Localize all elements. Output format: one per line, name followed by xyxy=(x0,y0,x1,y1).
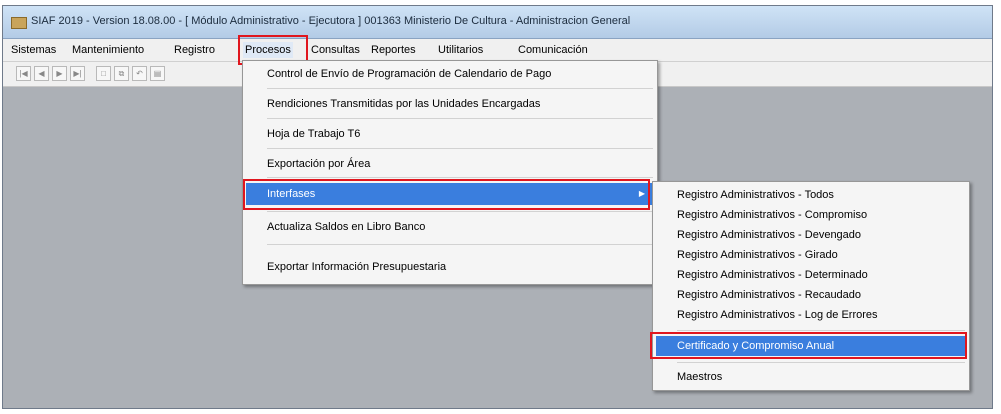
menu-mantenimiento[interactable]: Mantenimiento xyxy=(70,42,146,58)
procesos-dropdown: Control de Envío de Programación de Cale… xyxy=(242,60,658,285)
menu-item-rendiciones[interactable]: Rendiciones Transmitidas por las Unidade… xyxy=(243,93,657,115)
menu-procesos[interactable]: Procesos xyxy=(243,42,293,58)
menu-separator xyxy=(267,148,653,149)
submenu-arrow-icon: ▶ xyxy=(638,189,645,198)
menu-separator xyxy=(677,330,965,331)
menu-consultas[interactable]: Consultas xyxy=(309,42,362,58)
menu-item-interfases-label: Interfases xyxy=(267,188,316,200)
menu-item-exportacion-area[interactable]: Exportación por Área xyxy=(243,153,657,175)
menu-item-exportar-presupuestaria[interactable]: Exportar Información Presupuestaria xyxy=(243,256,657,278)
menu-bar: Sistemas Mantenimiento Registro Procesos… xyxy=(3,39,992,62)
last-record-icon[interactable]: ▶| xyxy=(70,66,85,81)
submenu-item-devengado[interactable]: Registro Administrativos - Devengado xyxy=(653,225,969,245)
menu-separator xyxy=(267,211,653,212)
menu-separator xyxy=(677,362,965,363)
menu-separator xyxy=(267,244,653,245)
submenu-item-recaudado[interactable]: Registro Administrativos - Recaudado xyxy=(653,285,969,305)
menu-comunicacion[interactable]: Comunicación xyxy=(516,42,590,58)
submenu-item-determinado[interactable]: Registro Administrativos - Determinado xyxy=(653,265,969,285)
menu-reportes[interactable]: Reportes xyxy=(369,42,418,58)
new-record-icon[interactable]: □ xyxy=(96,66,111,81)
menu-separator xyxy=(267,88,653,89)
submenu-item-maestros[interactable]: Maestros xyxy=(653,367,969,387)
submenu-item-todos[interactable]: Registro Administrativos - Todos xyxy=(653,185,969,205)
submenu-item-certificado-compromiso[interactable]: Certificado y Compromiso Anual xyxy=(656,336,965,356)
menu-item-control-envio[interactable]: Control de Envío de Programación de Cale… xyxy=(243,63,657,85)
menu-item-interfases[interactable]: Interfases ▶ xyxy=(246,183,653,205)
menu-item-hoja-trabajo[interactable]: Hoja de Trabajo T6 xyxy=(243,123,657,145)
title-bar[interactable]: SIAF 2019 - Version 18.08.00 - [ Módulo … xyxy=(3,6,992,39)
copy-record-icon[interactable]: ⧉ xyxy=(114,66,129,81)
submenu-item-compromiso[interactable]: Registro Administrativos - Compromiso xyxy=(653,205,969,225)
next-record-icon[interactable]: ▶ xyxy=(52,66,67,81)
print-icon[interactable]: ▤ xyxy=(150,66,165,81)
interfases-submenu: Registro Administrativos - Todos Registr… xyxy=(652,181,970,391)
submenu-item-girado[interactable]: Registro Administrativos - Girado xyxy=(653,245,969,265)
menu-registro[interactable]: Registro xyxy=(172,42,217,58)
first-record-icon[interactable]: |◀ xyxy=(16,66,31,81)
submenu-item-log-errores[interactable]: Registro Administrativos - Log de Errore… xyxy=(653,305,969,325)
menu-utilitarios[interactable]: Utilitarios xyxy=(436,42,485,58)
window-title: SIAF 2019 - Version 18.08.00 - [ Módulo … xyxy=(31,15,631,27)
menu-sistemas[interactable]: Sistemas xyxy=(9,42,58,58)
menu-item-actualiza-saldos[interactable]: Actualiza Saldos en Libro Banco xyxy=(243,216,657,238)
menu-separator xyxy=(267,118,653,119)
previous-record-icon[interactable]: ◀ xyxy=(34,66,49,81)
menu-separator xyxy=(267,177,653,178)
app-icon xyxy=(11,17,27,29)
undo-icon[interactable]: ↶ xyxy=(132,66,147,81)
